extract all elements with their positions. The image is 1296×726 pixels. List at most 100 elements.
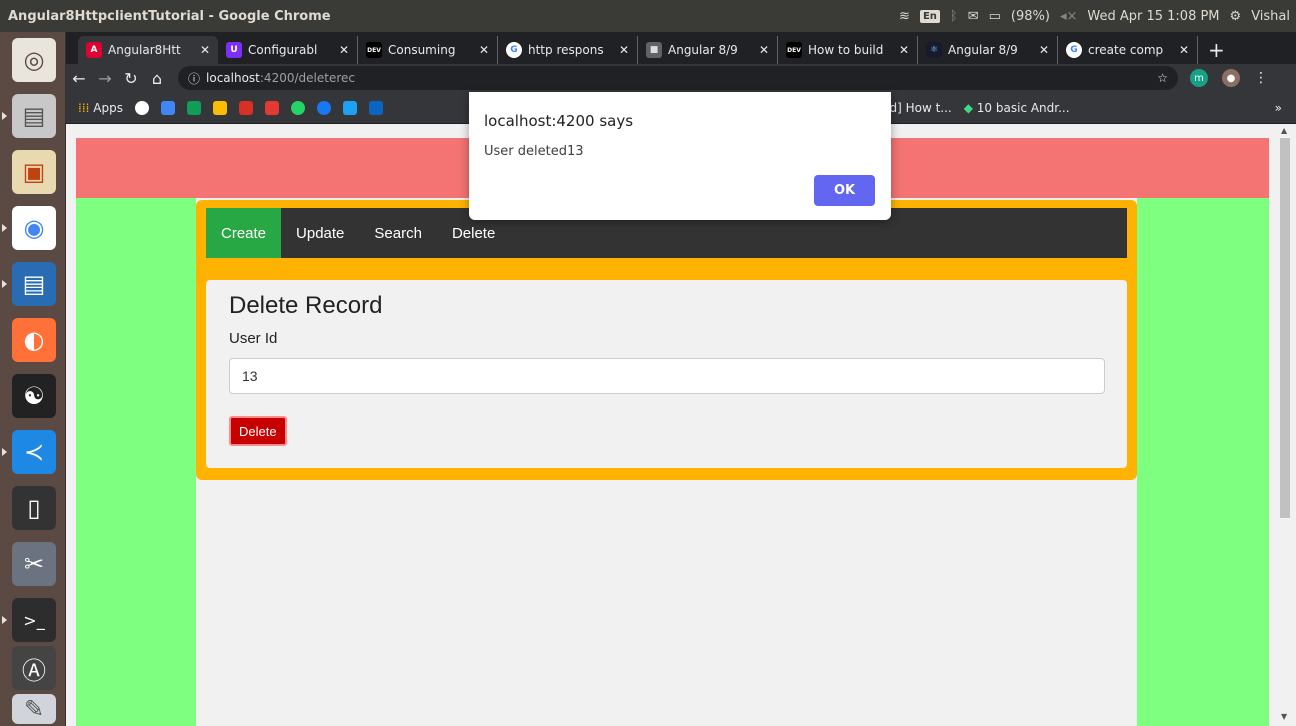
tab-label: create comp — [1088, 43, 1164, 57]
firefox-icon[interactable]: ◐ — [12, 318, 56, 362]
scroll-down-icon[interactable]: ▼ — [1281, 712, 1287, 721]
mail-icon[interactable]: ✉ — [968, 9, 979, 24]
running-indicator — [2, 280, 7, 288]
wifi-icon[interactable]: ≋ — [899, 9, 910, 24]
bluetooth-icon[interactable]: ᛒ — [950, 9, 958, 24]
battery-icon[interactable]: ▭ — [989, 9, 1001, 24]
page-title: Delete Record — [229, 292, 383, 319]
more-bookmarks-icon[interactable]: » — [1275, 101, 1296, 115]
home-icon[interactable]: ⌂ — [144, 69, 170, 88]
tab-label: Consuming — [388, 43, 456, 57]
browser-tab-7[interactable]: G create comp ✕ — [1058, 36, 1198, 64]
drive-icon[interactable] — [212, 100, 227, 115]
writer-icon[interactable]: ▤ — [12, 262, 56, 306]
reload-icon[interactable]: ↻ — [118, 69, 144, 88]
nav-search[interactable]: Search — [359, 208, 437, 258]
google-favicon-icon: G — [506, 42, 522, 58]
impress-icon[interactable]: ▣ — [12, 150, 56, 194]
tab-label: Angular 8/9 — [948, 43, 1018, 57]
apps-grid-icon: ⁞⁞⁞ — [78, 100, 90, 115]
scroll-up-icon[interactable]: ▲ — [1281, 126, 1287, 135]
gear-icon[interactable]: ⚙ — [1230, 9, 1242, 24]
tab-label: Angular8Htt — [108, 43, 181, 57]
extension-icon[interactable]: m — [1190, 69, 1208, 87]
files-icon[interactable]: ▤ — [12, 94, 56, 138]
whatsapp-icon[interactable] — [290, 100, 305, 115]
text-editor-icon[interactable]: ✎ — [12, 694, 56, 724]
twitter-icon[interactable] — [342, 100, 357, 115]
bookmark-star-icon[interactable]: ☆ — [1157, 71, 1168, 85]
browser-tab-0[interactable]: A Angular8Htt ✕ — [78, 36, 218, 64]
bookmark-icon[interactable] — [134, 100, 149, 115]
nav-update[interactable]: Update — [281, 208, 359, 258]
phone-emulator-icon[interactable]: ▯ — [12, 486, 56, 530]
system-settings-icon[interactable]: ✂ — [12, 542, 56, 586]
right-column — [1137, 198, 1269, 726]
forward-icon[interactable]: → — [92, 69, 118, 88]
browser-tab-5[interactable]: DEV How to build ✕ — [778, 36, 918, 64]
close-icon[interactable]: ✕ — [479, 43, 489, 57]
close-icon[interactable]: ✕ — [339, 43, 349, 57]
android-icon: ◆ — [963, 100, 973, 115]
new-tab-button[interactable]: + — [1198, 36, 1235, 64]
volume-muted-icon[interactable]: ◂× — [1060, 9, 1077, 24]
angular-favicon-icon: A — [86, 42, 102, 58]
browser-tab-1[interactable]: U Configurabl ✕ — [218, 36, 358, 64]
linkedin-icon[interactable] — [368, 100, 383, 115]
running-indicator — [2, 112, 7, 120]
yin-yang-app-icon[interactable]: ☯ — [12, 374, 56, 418]
window-title: Angular8HttpclientTutorial - Google Chro… — [8, 8, 331, 24]
nav-create[interactable]: Create — [206, 208, 282, 258]
menu-icon[interactable]: ⋮ — [1254, 70, 1268, 86]
running-indicator — [2, 616, 7, 624]
browser-tab-6[interactable]: ⚛ Angular 8/9 ✕ — [918, 36, 1058, 64]
scrollbar[interactable]: ▲ ▼ — [1276, 124, 1296, 726]
ubuntu-dash-icon[interactable]: ◎ — [12, 38, 56, 82]
back-icon[interactable]: ← — [66, 69, 92, 88]
software-updater-icon[interactable]: Ⓐ — [12, 646, 56, 690]
google-favicon-icon: G — [1066, 42, 1082, 58]
running-indicator — [2, 448, 7, 456]
close-icon[interactable]: ✕ — [1039, 43, 1049, 57]
alert-message: User deleted13 — [484, 144, 584, 159]
close-icon[interactable]: ✕ — [759, 43, 769, 57]
bookmark-icon[interactable] — [160, 100, 175, 115]
app-launcher: ◎ ▤ ▣ ◉ ▤ ◐ ☯ ≺ ▯ ✂ >_ Ⓐ ✎ — [0, 32, 66, 726]
vscode-icon[interactable]: ≺ — [12, 430, 56, 474]
favicon-icon: U — [226, 42, 242, 58]
bookmark-item[interactable]: ◆ 10 basic Andr... — [964, 101, 1070, 115]
info-icon[interactable]: ⓘ — [188, 70, 200, 87]
ok-button[interactable]: OK — [814, 175, 875, 206]
bookmark-icon[interactable] — [238, 100, 253, 115]
battery-percent: (98%) — [1010, 8, 1050, 24]
clock[interactable]: Wed Apr 15 1:08 PM — [1087, 9, 1219, 24]
close-icon[interactable]: ✕ — [1179, 43, 1189, 57]
user-id-input[interactable] — [229, 358, 1105, 394]
scroll-thumb[interactable] — [1280, 138, 1290, 518]
user-id-label: User Id — [229, 330, 278, 347]
delete-button[interactable]: Delete — [229, 416, 287, 446]
tab-strip: A Angular8Htt ✕ U Configurabl ✕ DEV Cons… — [66, 32, 1296, 64]
system-top-panel: Angular8HttpclientTutorial - Google Chro… — [0, 0, 1296, 32]
left-column — [76, 198, 196, 726]
avatar[interactable]: ● — [1222, 69, 1240, 87]
browser-tab-2[interactable]: DEV Consuming ✕ — [358, 36, 498, 64]
user-name[interactable]: Vishal — [1251, 9, 1290, 24]
browser-tab-4[interactable]: ■ Angular 8/9 ✕ — [638, 36, 778, 64]
url-host: localhost — [206, 71, 260, 85]
bookmark-icon[interactable] — [186, 100, 201, 115]
browser-toolbar: ← → ↻ ⌂ ⓘ localhost:4200/deleterec ☆ m ●… — [66, 64, 1296, 92]
apps-button[interactable]: ⁞⁞⁞ Apps — [78, 101, 123, 115]
address-bar[interactable]: ⓘ localhost:4200/deleterec ☆ — [178, 66, 1178, 90]
close-icon[interactable]: ✕ — [619, 43, 629, 57]
close-icon[interactable]: ✕ — [200, 43, 210, 57]
browser-tab-3[interactable]: G http respons ✕ — [498, 36, 638, 64]
delete-form: Delete Record User Id Delete — [206, 280, 1127, 468]
bookmark-icon[interactable] — [264, 100, 279, 115]
facebook-icon[interactable] — [316, 100, 331, 115]
keyboard-layout-indicator[interactable]: En — [919, 9, 940, 23]
chrome-icon[interactable]: ◉ — [12, 206, 56, 250]
close-icon[interactable]: ✕ — [899, 43, 909, 57]
apps-label: Apps — [93, 100, 123, 115]
terminal-icon[interactable]: >_ — [12, 598, 56, 642]
